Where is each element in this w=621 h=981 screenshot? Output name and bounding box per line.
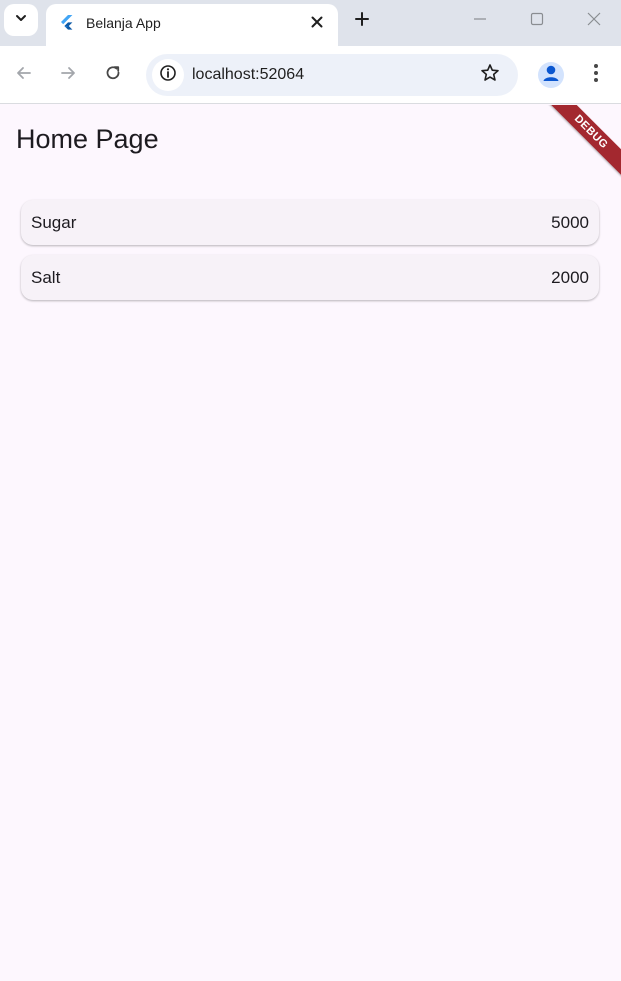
tab-strip: Belanja App xyxy=(0,0,621,46)
address-url[interactable]: localhost:52064 xyxy=(192,66,304,84)
close-icon[interactable] xyxy=(306,11,328,33)
star-icon xyxy=(480,63,500,88)
forward-button[interactable] xyxy=(55,62,81,88)
browser-tab[interactable]: Belanja App xyxy=(46,4,338,46)
debug-banner-container: DEBUG xyxy=(541,105,621,185)
reload-button[interactable] xyxy=(100,62,126,88)
chevron-down-icon xyxy=(14,11,28,30)
maximize-icon xyxy=(529,11,545,32)
flutter-logo-icon xyxy=(58,14,76,32)
close-icon xyxy=(586,11,602,32)
item-name: Salt xyxy=(31,267,61,287)
app-viewport: Home Page Sugar 5000 Salt 2000 DEBUG xyxy=(0,105,621,981)
profile-button[interactable] xyxy=(538,62,564,88)
arrow-left-icon xyxy=(15,64,33,87)
item-price: 2000 xyxy=(551,267,589,287)
address-bar[interactable]: localhost:52064 xyxy=(146,54,518,96)
page-title: Home Page xyxy=(16,124,159,154)
reload-icon xyxy=(104,64,122,87)
back-button[interactable] xyxy=(11,62,37,88)
minimize-button[interactable] xyxy=(468,9,492,33)
minimize-icon xyxy=(472,11,488,32)
browser-toolbar: localhost:52064 xyxy=(0,46,621,104)
browser-menu-button[interactable] xyxy=(584,62,608,88)
window-close-button[interactable] xyxy=(582,9,606,33)
bookmark-button[interactable] xyxy=(478,63,502,87)
list-item[interactable]: Salt 2000 xyxy=(21,255,599,300)
maximize-button[interactable] xyxy=(525,9,549,33)
person-icon xyxy=(538,62,564,88)
kebab-menu-icon xyxy=(593,63,599,88)
tab-title: Belanja App xyxy=(86,15,161,31)
item-name: Sugar xyxy=(31,212,77,232)
new-tab-button[interactable] xyxy=(350,9,374,33)
debug-banner: DEBUG xyxy=(542,105,621,181)
list-item[interactable]: Sugar 5000 xyxy=(21,200,599,245)
plus-icon xyxy=(354,11,370,32)
tab-search-button[interactable] xyxy=(4,4,38,36)
site-info-button[interactable] xyxy=(152,59,184,91)
item-price: 5000 xyxy=(551,212,589,232)
info-icon xyxy=(159,64,177,87)
item-list: Sugar 5000 Salt 2000 xyxy=(21,200,599,310)
arrow-right-icon xyxy=(59,64,77,87)
